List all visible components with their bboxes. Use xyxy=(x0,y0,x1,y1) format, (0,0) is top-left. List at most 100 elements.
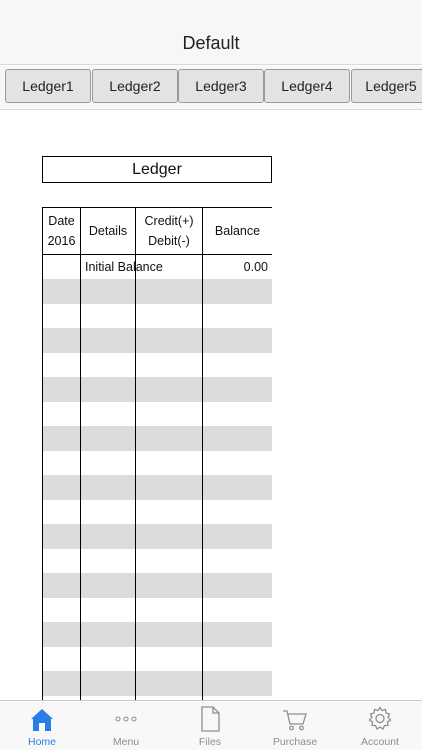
table-row[interactable] xyxy=(42,279,272,304)
row-balance-cell[interactable] xyxy=(202,475,272,500)
row-amount-cell[interactable] xyxy=(135,328,203,353)
row-balance-cell[interactable] xyxy=(202,622,272,647)
row-balance-cell[interactable] xyxy=(202,548,272,573)
row-details-cell[interactable] xyxy=(80,475,136,500)
row-amount-cell[interactable] xyxy=(135,426,203,451)
row-amount-cell[interactable] xyxy=(135,548,203,573)
row-date-cell[interactable] xyxy=(42,573,81,598)
table-row[interactable] xyxy=(42,597,272,622)
row-date-cell[interactable] xyxy=(42,426,81,451)
row-date-cell[interactable] xyxy=(42,303,81,328)
row-date-cell[interactable] xyxy=(42,401,81,426)
row-date-cell[interactable] xyxy=(42,377,81,402)
row-date-cell[interactable] xyxy=(42,499,81,524)
row-amount-cell[interactable] xyxy=(135,646,203,671)
row-details-cell[interactable] xyxy=(80,499,136,524)
row-balance-cell[interactable] xyxy=(202,573,272,598)
row-date-cell[interactable] xyxy=(42,524,81,549)
row-amount-cell[interactable] xyxy=(135,573,203,598)
table-row[interactable] xyxy=(42,303,272,328)
row-amount-cell[interactable] xyxy=(135,622,203,647)
tab-ledger2[interactable]: Ledger2 xyxy=(92,69,178,103)
row-balance-cell[interactable] xyxy=(202,646,272,671)
row-amount-cell[interactable] xyxy=(135,499,203,524)
row-amount-cell[interactable] xyxy=(135,401,203,426)
tabbar-home[interactable]: Home xyxy=(0,701,84,750)
row-details-cell[interactable] xyxy=(80,401,136,426)
ledger-tab-strip[interactable]: Ledger1 Ledger2 Ledger3 Ledger4 Ledger5 xyxy=(0,66,422,110)
row-amount-cell[interactable] xyxy=(135,303,203,328)
row-balance-cell[interactable] xyxy=(202,352,272,377)
row-details-cell[interactable] xyxy=(80,524,136,549)
row-details-cell[interactable] xyxy=(80,426,136,451)
table-row[interactable] xyxy=(42,401,272,426)
row-balance-cell[interactable] xyxy=(202,401,272,426)
table-row[interactable] xyxy=(42,548,272,573)
row-amount-cell[interactable] xyxy=(135,279,203,304)
row-amount-cell[interactable] xyxy=(135,597,203,622)
tabbar-purchase[interactable]: Purchase xyxy=(253,701,337,750)
row-details-cell[interactable] xyxy=(80,548,136,573)
row-amount-cell[interactable] xyxy=(135,377,203,402)
row-date-cell[interactable] xyxy=(42,597,81,622)
row-date-cell[interactable] xyxy=(42,646,81,671)
table-row[interactable] xyxy=(42,524,272,549)
row-date-cell[interactable] xyxy=(42,548,81,573)
tabbar-files[interactable]: Files xyxy=(168,701,252,750)
table-row[interactable] xyxy=(42,499,272,524)
row-details-cell[interactable] xyxy=(80,328,136,353)
row-balance-cell[interactable] xyxy=(202,303,272,328)
row-amount-cell[interactable] xyxy=(135,475,203,500)
row-date-cell[interactable] xyxy=(42,450,81,475)
table-row[interactable] xyxy=(42,622,272,647)
row-amount-cell[interactable] xyxy=(135,524,203,549)
row-date-cell[interactable] xyxy=(42,279,81,304)
row-balance-cell[interactable] xyxy=(202,426,272,451)
row-details-cell[interactable] xyxy=(80,671,136,696)
table-row[interactable] xyxy=(42,671,272,696)
row-amount-cell[interactable] xyxy=(135,352,203,377)
table-row[interactable] xyxy=(42,426,272,451)
row-balance-cell[interactable] xyxy=(202,377,272,402)
table-row[interactable] xyxy=(42,646,272,671)
tabbar-account[interactable]: Account xyxy=(338,701,422,750)
row-details-cell[interactable] xyxy=(80,279,136,304)
tabbar-menu[interactable]: Menu xyxy=(84,701,168,750)
row-date-cell[interactable] xyxy=(42,254,81,279)
row-balance-cell[interactable] xyxy=(202,499,272,524)
row-amount-cell[interactable] xyxy=(135,671,203,696)
row-balance-cell[interactable] xyxy=(202,671,272,696)
row-details-cell[interactable] xyxy=(80,622,136,647)
row-balance-cell[interactable] xyxy=(202,597,272,622)
table-row[interactable] xyxy=(42,352,272,377)
tab-ledger4[interactable]: Ledger4 xyxy=(264,69,350,103)
row-details-cell[interactable] xyxy=(80,573,136,598)
row-balance-cell[interactable] xyxy=(202,524,272,549)
row-balance-cell[interactable] xyxy=(202,328,272,353)
table-row[interactable] xyxy=(42,450,272,475)
row-date-cell[interactable] xyxy=(42,475,81,500)
row-date-cell[interactable] xyxy=(42,622,81,647)
table-row[interactable] xyxy=(42,328,272,353)
row-balance-cell[interactable] xyxy=(202,450,272,475)
table-row[interactable]: Initial Balance 0.00 xyxy=(42,254,272,279)
row-amount-cell[interactable] xyxy=(135,450,203,475)
tab-ledger3[interactable]: Ledger3 xyxy=(178,69,264,103)
row-details-cell[interactable] xyxy=(80,352,136,377)
row-details-cell[interactable] xyxy=(80,597,136,622)
row-balance-cell[interactable]: 0.00 xyxy=(202,254,272,279)
row-date-cell[interactable] xyxy=(42,352,81,377)
table-row[interactable] xyxy=(42,475,272,500)
tab-ledger5[interactable]: Ledger5 xyxy=(351,69,422,103)
tab-ledger1[interactable]: Ledger1 xyxy=(5,69,91,103)
row-details-cell[interactable]: Initial Balance xyxy=(80,254,163,279)
row-date-cell[interactable] xyxy=(42,328,81,353)
row-details-cell[interactable] xyxy=(80,450,136,475)
table-row[interactable] xyxy=(42,573,272,598)
row-details-cell[interactable] xyxy=(80,377,136,402)
table-row[interactable] xyxy=(42,377,272,402)
row-details-cell[interactable] xyxy=(80,646,136,671)
row-balance-cell[interactable] xyxy=(202,279,272,304)
row-details-cell[interactable] xyxy=(80,303,136,328)
ledger-table-container[interactable]: Date 2016 Details Credit(+) Debit(-) Bal… xyxy=(42,207,272,702)
